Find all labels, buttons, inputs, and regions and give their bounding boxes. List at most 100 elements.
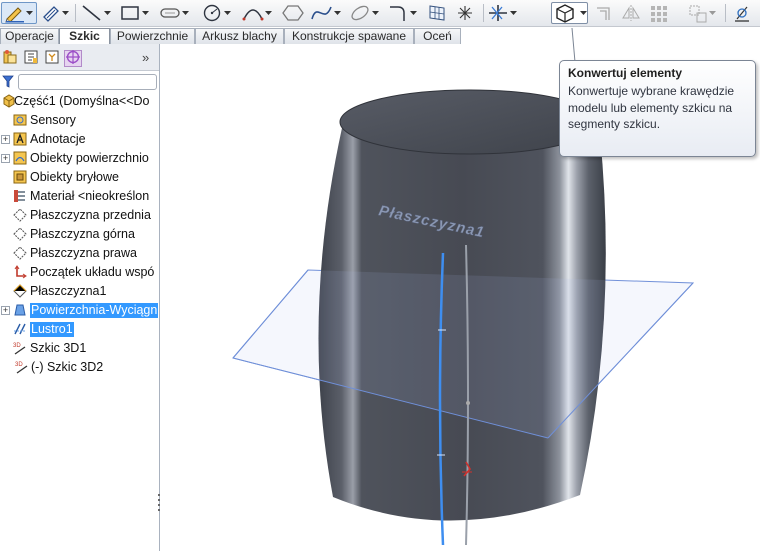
tree-item-label: (-) Szkic 3D2 [31,360,104,374]
chevron-down-icon[interactable] [334,2,341,24]
slot-icon [158,3,182,23]
plane-icon [12,283,27,299]
tree-item-origin[interactable]: Początek układu wspó [0,263,159,282]
rectangle-button[interactable] [118,2,154,24]
tab-operacje[interactable]: Operacje [0,28,59,44]
sketch-toolbar [0,0,760,27]
arc-button[interactable] [241,2,277,24]
tree-item-adnotacje[interactable]: + Adnotacje [0,130,159,149]
axis-midpoint [466,401,470,405]
offset-entities-button[interactable] [594,2,618,24]
toolbar-separator [725,4,726,22]
toolbar-separator [75,4,76,22]
feature-tree-tab[interactable] [1,50,19,67]
annotation-icon [12,131,27,147]
point-button[interactable] [454,2,478,24]
slot-button[interactable] [158,2,194,24]
chevron-down-icon[interactable] [510,2,517,24]
chevron-down-icon[interactable] [104,2,111,24]
ellipse-button[interactable] [348,2,382,24]
plane-button[interactable] [426,2,450,24]
trim-button[interactable] [486,2,520,24]
expand-toggle[interactable]: + [1,135,10,144]
tree-item-plane1[interactable]: Płaszczyzna1 [0,282,159,301]
tree-item-label: Materiał <nieokreślon [30,189,150,203]
tree-item-mirror1[interactable]: Lustro1 [0,320,159,339]
tree-item-surface-extrude[interactable]: + Powierzchnia-Wyciągn [0,301,159,320]
chevron-down-icon[interactable] [182,2,189,24]
chevron-down-icon[interactable] [62,2,69,24]
circle-button[interactable] [200,2,236,24]
tree-item-label: Szkic 3D1 [30,341,87,355]
filter-input[interactable] [18,74,157,90]
chevron-down-icon[interactable] [224,2,231,24]
tree-item-sensory[interactable]: Sensory [0,111,159,130]
chevron-down-icon[interactable] [265,2,272,24]
tree-item-surface-bodies[interactable]: + Obiekty powierzchnio [0,149,159,168]
line-icon [80,3,104,23]
chevron-down-icon[interactable] [410,2,417,24]
svg-text:3D: 3D [13,343,21,349]
tree-item-label: Powierzchnia-Wyciągn [30,303,159,318]
mirror-feature-icon [12,321,27,337]
spline-button[interactable] [310,2,344,24]
tab-arkusz-blachy[interactable]: Arkusz blachy [195,28,284,44]
line-button[interactable] [80,2,116,24]
display-manager-tab[interactable] [64,50,82,67]
polygon-button[interactable] [282,2,306,24]
property-manager-tab[interactable] [22,50,40,67]
dimension-icon [40,3,62,23]
convert-entities-button[interactable] [551,2,588,24]
chevron-down-icon[interactable] [580,2,587,24]
feature-tree-icon [2,49,18,68]
pattern-icon [648,3,670,23]
chevron-down-icon[interactable] [26,2,33,24]
origin-icon [12,264,27,280]
tree-item-material[interactable]: Materiał <nieokreślon [0,187,159,206]
rectangle-icon [118,3,142,23]
fillet-button[interactable] [386,2,420,24]
chevron-down-icon[interactable] [142,2,149,24]
display-relations-button[interactable] [731,2,757,24]
polygon-icon [282,3,304,23]
plane-icon [12,226,27,242]
tree-item-top-plane[interactable]: Płaszczyzna górna [0,225,159,244]
tree-item-3d-sketch2[interactable]: 3D (-) Szkic 3D2 [0,358,159,377]
tree-item-label: Płaszczyzna przednia [30,208,151,222]
tab-powierzchnie[interactable]: Powierzchnie [110,28,195,44]
tree-item-label: Lustro1 [30,322,74,337]
fillet-icon [386,3,410,23]
arc-icon [241,3,265,23]
tree-item-3d-sketch1[interactable]: 3D Szkic 3D1 [0,339,159,358]
tab-konstrukcje-spawane[interactable]: Konstrukcje spawane [284,28,414,44]
convert-entities-tooltip: Konwertuj elementy Konwertuje wybrane kr… [559,60,756,157]
tooltip-title: Konwertuj elementy [568,66,683,80]
mirror-button[interactable] [620,2,644,24]
tree-item-right-plane[interactable]: Płaszczyzna prawa [0,244,159,263]
move-entities-button[interactable] [687,2,721,24]
configuration-manager-tab[interactable] [43,50,61,67]
panel-tabs: » [0,44,159,71]
move-icon [687,3,709,23]
circle-icon [200,3,224,23]
mirror-icon [620,3,642,23]
crosshair-icon [65,49,81,68]
tab-szkic[interactable]: Szkic [59,28,110,45]
expand-toggle[interactable]: + [1,154,10,163]
smart-dimension-button[interactable] [40,2,70,24]
sketch-button[interactable] [1,2,37,24]
tree-item-solid-bodies[interactable]: Obiekty bryłowe [0,168,159,187]
tab-ocen[interactable]: Oceń [414,28,461,44]
plane-icon [12,245,27,261]
linear-pattern-button[interactable] [648,2,674,24]
configuration-manager-icon [44,49,60,68]
expand-panel-button[interactable]: » [142,50,149,65]
chevron-down-icon[interactable] [372,2,379,24]
chevron-down-icon[interactable] [709,2,716,24]
surface-bodies-icon [12,150,27,166]
material-icon [12,188,27,204]
toolbar-separator [483,4,484,22]
tree-item-front-plane[interactable]: Płaszczyzna przednia [0,206,159,225]
expand-toggle[interactable]: + [1,306,10,315]
tree-item-part-root[interactable]: Część1 (Domyślna<<Do [0,92,159,111]
